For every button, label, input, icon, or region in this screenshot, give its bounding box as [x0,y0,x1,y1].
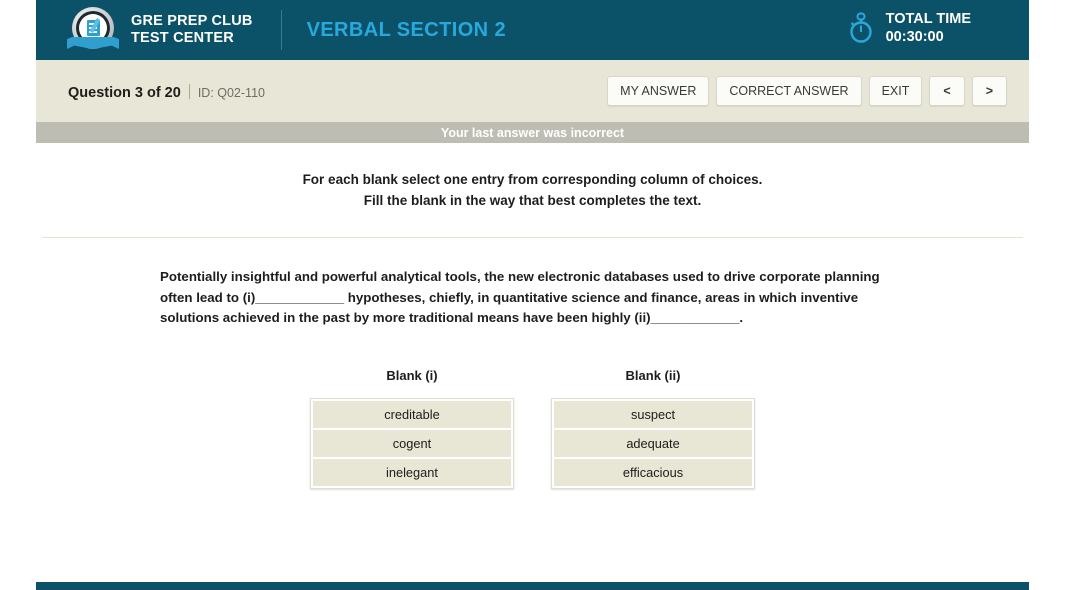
my-answer-button[interactable]: MY ANSWER [607,76,710,106]
question-bar: Question 3 of 20 ID: Q02-110 MY ANSWER C… [36,60,1029,122]
timer-value: 00:30:00 [885,29,944,45]
blank-ii-choice-3[interactable]: efficacious [554,458,752,486]
blank-ii-choices: suspect adequate efficacious [551,397,755,489]
blank-column-i: Blank (i) creditable cogent inelegant [310,368,514,489]
brand-line-1: GRE PREP CLUB [131,13,253,29]
blank-i-choice-3[interactable]: inelegant [313,458,511,486]
blank-i-choice-2[interactable]: cogent [313,429,511,457]
question-toolbar: MY ANSWER CORRECT ANSWER EXIT < > [607,76,1007,106]
brand-line-2: TEST CENTER [131,30,234,46]
blank-i-choices: creditable cogent inelegant [310,397,514,489]
stopwatch-icon [849,12,872,43]
blank-ii-label: Blank (ii) [625,367,681,383]
header-divider [280,10,282,50]
brand-block: GRE PREP CLUB TEST CENTER [67,5,253,55]
instructions: For each blank select one entry from cor… [36,143,1029,211]
instruction-line-1: For each blank select one entry from cor… [302,172,763,187]
question-id: ID: Q02-110 [197,85,265,100]
gre-prep-club-badge-icon [67,5,119,55]
correct-answer-button[interactable]: CORRECT ANSWER [716,76,862,106]
instruction-line-2: Fill the blank in the way that best comp… [363,192,702,208]
total-time-block: TOTAL TIME 00:30:00 [848,10,971,46]
question-meta: Question 3 of 20 ID: Q02-110 [68,82,265,101]
passage-text: Potentially insightful and powerful anal… [160,269,880,325]
question-counter: Question 3 of 20 [68,84,181,101]
status-message: Your last answer was incorrect [440,125,625,140]
blank-ii-choice-2[interactable]: adequate [554,429,752,457]
app-header: GRE PREP CLUB TEST CENTER VERBAL SECTION… [36,0,1029,60]
status-bar: Your last answer was incorrect [36,122,1029,143]
blank-ii-choice-1[interactable]: suspect [554,400,752,428]
brand-name: GRE PREP CLUB TEST CENTER [131,13,253,47]
content-divider [42,237,1023,238]
blank-column-ii: Blank (ii) suspect adequate efficacious [551,368,755,489]
previous-question-button[interactable]: < [929,76,965,106]
timer-text: TOTAL TIME 00:30:00 [886,10,971,46]
test-app-frame: GRE PREP CLUB TEST CENTER VERBAL SECTION… [36,0,1029,590]
next-question-button[interactable]: > [971,76,1007,106]
section-title: VERBAL SECTION 2 [306,18,506,41]
question-content: For each blank select one entry from cor… [36,143,1029,582]
exit-button[interactable]: EXIT [868,76,923,106]
answer-columns: Blank (i) creditable cogent inelegant Bl… [36,368,1029,489]
timer-label: TOTAL TIME [885,11,971,27]
blank-i-label: Blank (i) [386,367,438,383]
blank-i-choice-1[interactable]: creditable [313,400,511,428]
meta-divider [188,83,190,99]
